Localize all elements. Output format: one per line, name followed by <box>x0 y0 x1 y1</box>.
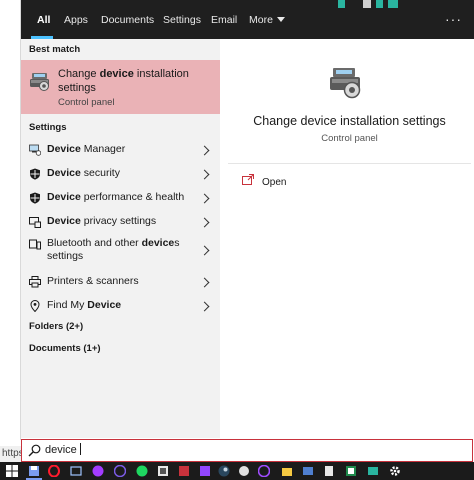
spotify-icon[interactable] <box>136 465 148 477</box>
chevron-right-icon <box>199 245 210 256</box>
tab-more-label: More <box>249 14 273 26</box>
device-manager-icon <box>29 144 41 156</box>
window-app-icon[interactable] <box>70 465 82 477</box>
best-match-item[interactable]: Change device installation settings Cont… <box>21 60 220 114</box>
chevron-right-icon <box>199 145 210 156</box>
excel-icon[interactable] <box>345 465 357 477</box>
tab-apps[interactable]: Apps <box>64 0 88 39</box>
text-caret <box>79 443 81 455</box>
settings-item-device-performance[interactable]: Device performance & health <box>21 188 220 208</box>
save-app-icon[interactable] <box>28 465 40 477</box>
app-icon[interactable] <box>302 465 314 477</box>
photo-app-icon[interactable] <box>178 465 190 477</box>
app-icon[interactable] <box>367 465 379 477</box>
app-icon[interactable] <box>157 465 169 477</box>
options-button[interactable]: ··· <box>445 0 462 39</box>
settings-item-printers-scanners[interactable]: Printers & scanners <box>21 272 220 292</box>
best-match-heading: Best match <box>29 44 81 55</box>
tab-email[interactable]: Email <box>211 0 237 39</box>
chevron-right-icon <box>199 277 210 288</box>
search-input[interactable]: device <box>45 442 345 459</box>
settings-item-device-security[interactable]: Device security <box>21 164 220 184</box>
tab-settings[interactable]: Settings <box>163 0 201 39</box>
printer-icon <box>29 276 41 288</box>
steam-icon[interactable] <box>218 465 230 477</box>
search-icon <box>28 444 41 457</box>
file-explorer-icon[interactable] <box>281 465 293 477</box>
settings-item-device-manager[interactable]: Device Manager <box>21 140 220 160</box>
obs-icon[interactable] <box>258 465 270 477</box>
chevron-right-icon <box>199 301 210 312</box>
best-match-subtitle: Control panel <box>58 97 115 108</box>
results-list: Best match Change device installation se… <box>21 39 220 438</box>
tab-more[interactable]: More <box>249 0 285 39</box>
chevron-right-icon <box>199 217 210 228</box>
gear-icon[interactable] <box>389 465 401 477</box>
background-app-peek <box>338 0 398 8</box>
settings-item-find-my-device[interactable]: Find My Device <box>21 296 220 316</box>
shield-icon <box>30 192 40 204</box>
preview-subtitle: Control panel <box>321 133 378 144</box>
tab-documents[interactable]: Documents <box>101 0 154 39</box>
windows-start-icon[interactable] <box>6 465 18 477</box>
chevron-right-icon <box>199 169 210 180</box>
app-icon[interactable] <box>238 465 250 477</box>
privacy-icon <box>29 217 41 228</box>
divider <box>228 163 471 164</box>
tab-all[interactable]: All <box>37 0 50 39</box>
open-label: Open <box>262 177 287 188</box>
shield-icon <box>30 168 40 180</box>
search-bar[interactable]: device <box>21 439 473 462</box>
preview-title: Change device installation settings <box>253 114 446 128</box>
folders-heading[interactable]: Folders (2+) <box>29 321 83 332</box>
settings-heading: Settings <box>29 122 67 133</box>
chevron-down-icon <box>276 17 285 22</box>
search-category-bar: All Apps Documents Settings Email More ·… <box>21 0 474 39</box>
background-window-edge <box>0 0 21 440</box>
bluetooth-devices-icon <box>29 239 41 250</box>
twitch-icon[interactable] <box>199 465 211 477</box>
preview-pane: Change device installation settings Cont… <box>228 46 471 438</box>
chevron-right-icon <box>199 193 210 204</box>
settings-item-device-privacy[interactable]: Device privacy settings <box>21 212 220 232</box>
device-installation-icon <box>30 73 49 91</box>
app-icon[interactable] <box>323 465 335 477</box>
find-device-icon <box>30 300 40 312</box>
settings-item-bluetooth-devices[interactable]: Bluetooth and other devices settings <box>21 235 220 267</box>
documents-heading[interactable]: Documents (1+) <box>29 343 101 354</box>
viber-icon[interactable] <box>114 465 126 477</box>
opera-icon[interactable] <box>48 465 60 477</box>
device-installation-icon <box>330 68 361 99</box>
taskbar <box>0 462 474 480</box>
best-match-title: Change device installation settings <box>58 68 189 94</box>
messenger-icon[interactable] <box>92 465 104 477</box>
open-icon <box>242 174 254 185</box>
